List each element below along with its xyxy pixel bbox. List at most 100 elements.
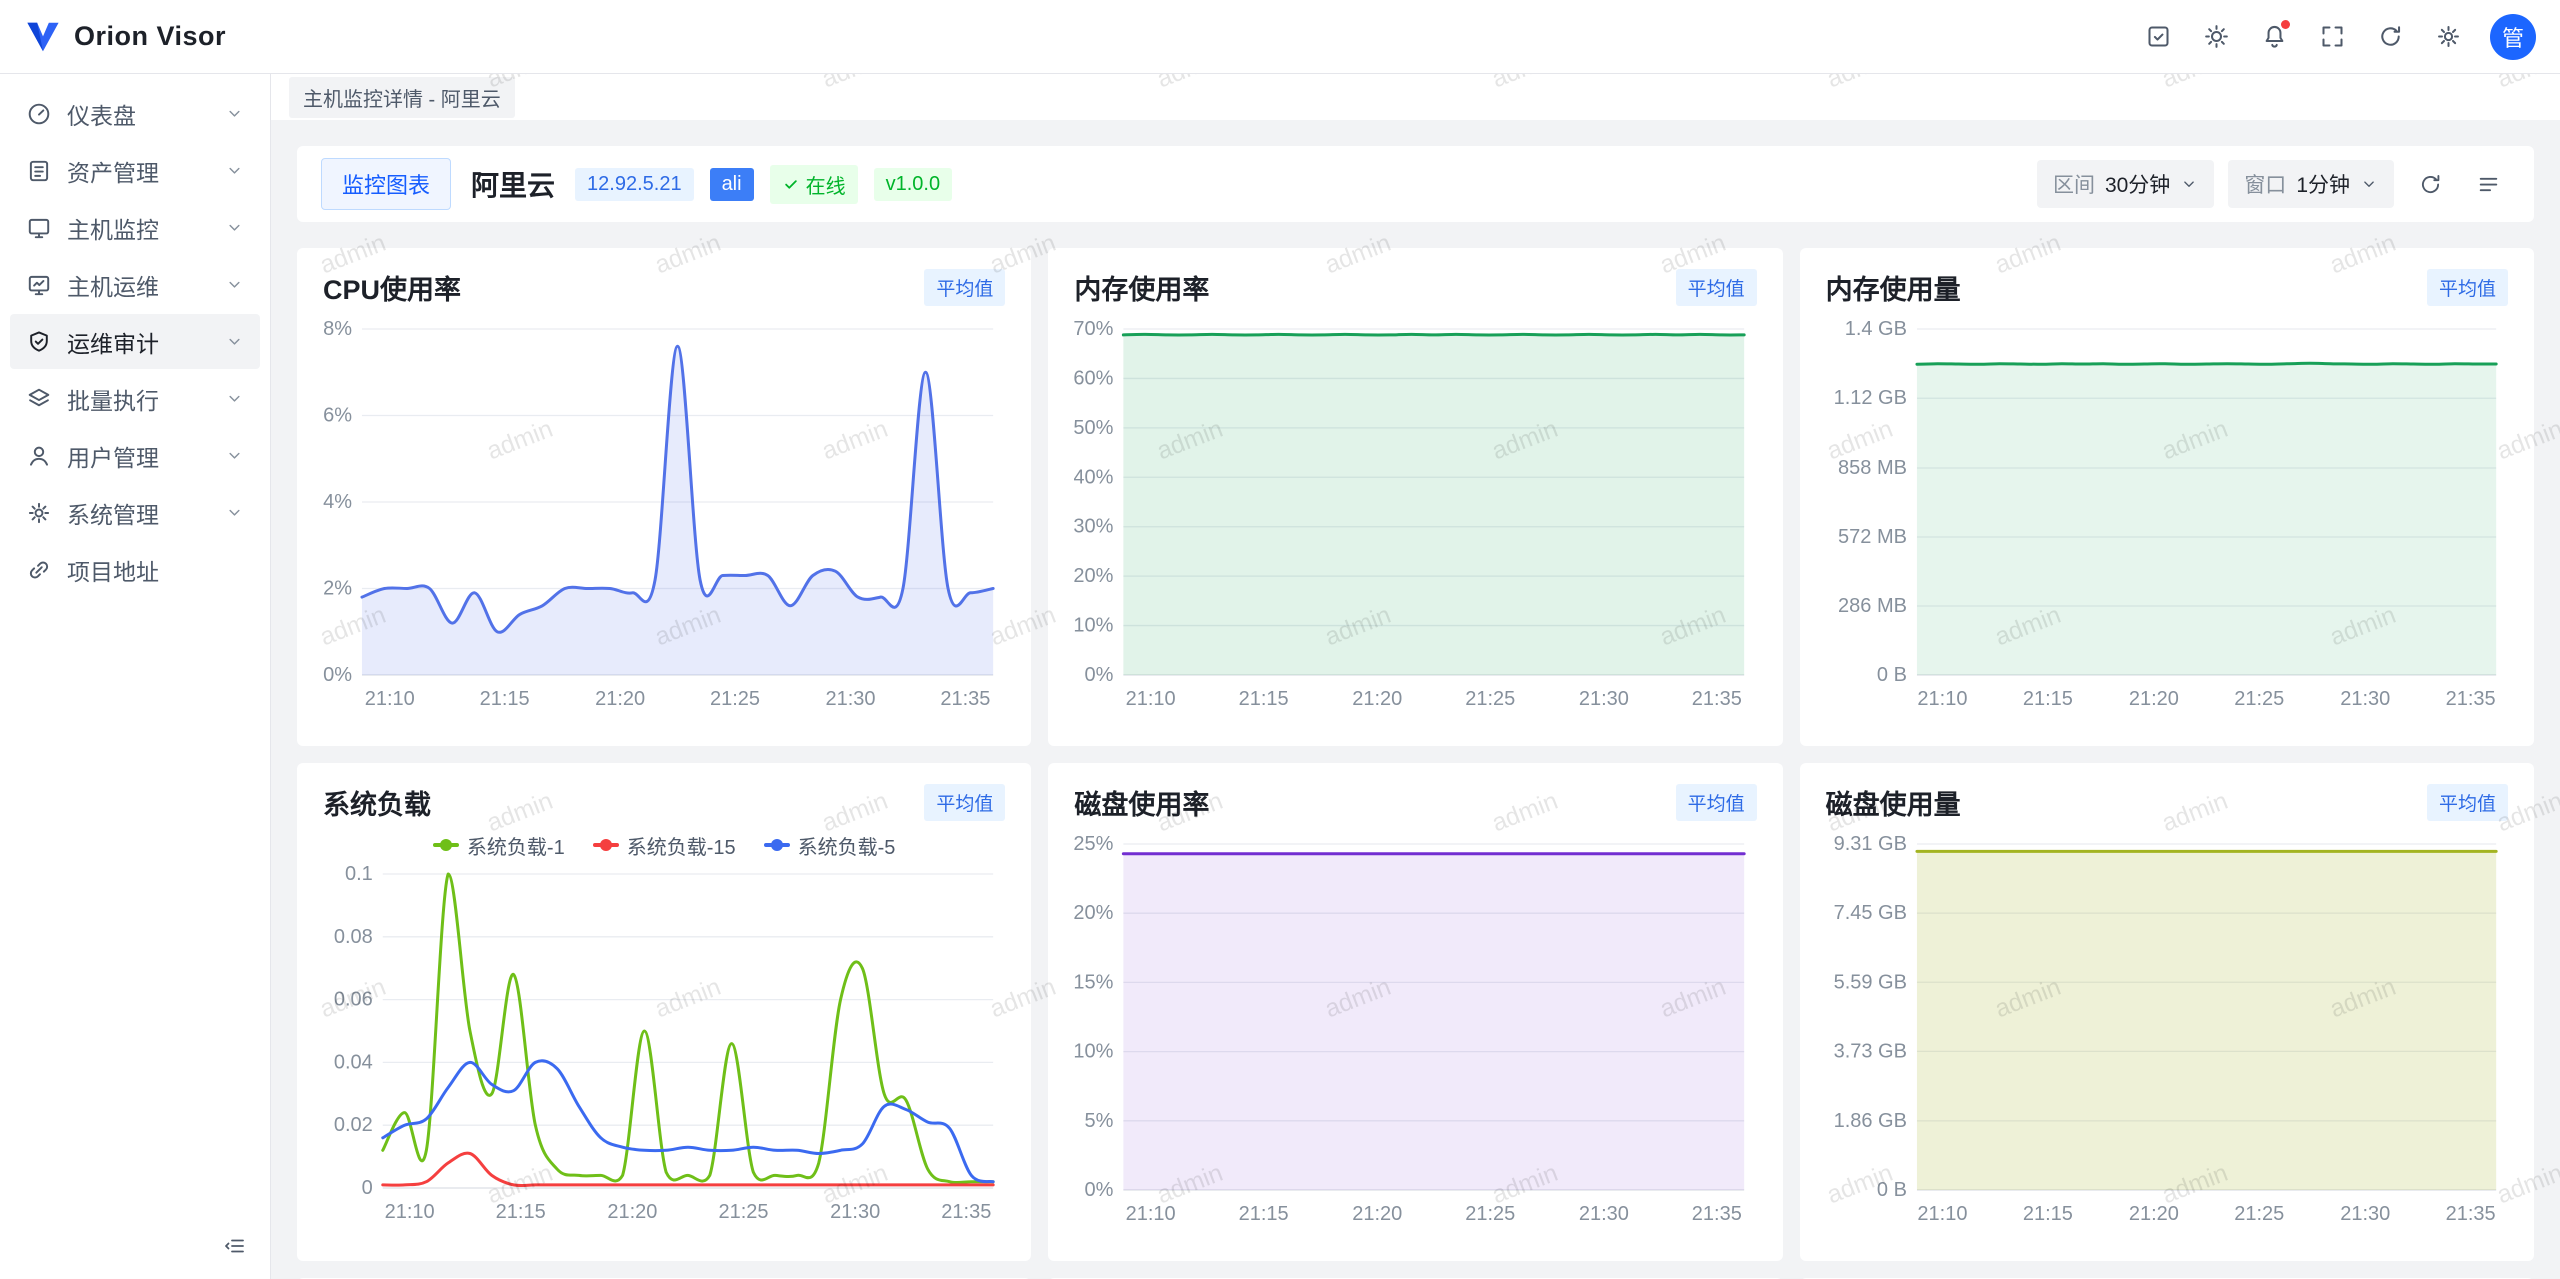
chevron-down-icon: [225, 218, 244, 237]
window-select[interactable]: 窗口 1分钟: [2228, 160, 2394, 208]
chevron-down-icon: [2360, 175, 2378, 193]
svg-text:21:30: 21:30: [1579, 1203, 1629, 1225]
sidebar-item-ops-audit[interactable]: 运维审计: [10, 314, 260, 369]
svg-text:7.45 GB: 7.45 GB: [1833, 902, 1906, 924]
system-load-chart[interactable]: 00.020.040.060.080.121:1021:1521:2021:25…: [323, 860, 1005, 1230]
notifications-button[interactable]: [2250, 13, 2298, 61]
svg-text:70%: 70%: [1074, 318, 1114, 340]
reload-button[interactable]: [2366, 13, 2414, 61]
chevron-down-icon: [225, 104, 244, 123]
chevron-down-icon: [225, 161, 244, 180]
user-avatar[interactable]: 管: [2490, 14, 2536, 60]
disk-usage-percent-chart[interactable]: 0%5%10%15%20%25%21:1021:1521:2021:2521:3…: [1074, 830, 1756, 1232]
todo-panel-button[interactable]: [2134, 13, 2182, 61]
svg-text:21:35: 21:35: [1692, 1203, 1742, 1225]
svg-text:21:15: 21:15: [1239, 688, 1289, 710]
refresh-icon: [2418, 172, 2443, 197]
chart-list-button[interactable]: [2466, 162, 2510, 206]
svg-text:21:35: 21:35: [941, 1201, 991, 1223]
svg-text:1.12 GB: 1.12 GB: [1833, 387, 1906, 409]
memory-usage-percent-chart[interactable]: 0%10%20%30%40%50%60%70%21:1021:1521:2021…: [1074, 315, 1756, 717]
list-menu-icon: [2476, 172, 2501, 197]
svg-text:0.08: 0.08: [334, 926, 373, 948]
sidebar-item-host-monitor[interactable]: 主机监控: [10, 200, 260, 255]
svg-text:6%: 6%: [323, 405, 352, 427]
svg-text:0.02: 0.02: [334, 1114, 373, 1136]
chart-card-disk-percent: 磁盘使用率 平均值 0%5%10%15%20%25%21:1021:1521:2…: [1048, 763, 1782, 1261]
svg-text:15%: 15%: [1074, 971, 1114, 993]
svg-text:0%: 0%: [323, 664, 352, 686]
svg-text:21:15: 21:15: [496, 1201, 546, 1223]
app-logo[interactable]: Orion Visor: [24, 19, 226, 55]
monitor-chart-icon: [26, 272, 52, 298]
sidebar-item-assets[interactable]: 资产管理: [10, 143, 260, 198]
svg-text:21:30: 21:30: [1579, 688, 1629, 710]
toolbar-controls: 区间 30分钟 窗口 1分钟: [2037, 160, 2510, 208]
disk-usage-amount-chart[interactable]: 0 B1.86 GB3.73 GB5.59 GB7.45 GB9.31 GB21…: [1826, 830, 2508, 1232]
cpu-usage-chart[interactable]: 0%2%4%6%8%21:1021:1521:2021:2521:3021:35: [323, 315, 1005, 717]
wrench-gear-icon: [26, 500, 52, 526]
legend-item-load-15[interactable]: 系统负载-15: [593, 831, 736, 860]
theme-toggle-button[interactable]: [2192, 13, 2240, 61]
breadcrumb-tag[interactable]: 主机监控详情 - 阿里云: [289, 77, 515, 118]
svg-text:30%: 30%: [1074, 516, 1114, 538]
fullscreen-button[interactable]: [2308, 13, 2356, 61]
legend-label: 系统负载-15: [627, 831, 736, 860]
gear-icon: [2435, 23, 2462, 50]
range-select[interactable]: 区间 30分钟: [2037, 160, 2214, 208]
svg-text:21:25: 21:25: [1466, 688, 1516, 710]
avg-badge: 平均值: [1676, 269, 1757, 306]
chart-grid-row-1: CPU使用率 平均值 0%2%4%6%8%21:1021:1521:2021:2…: [297, 248, 2534, 746]
chart-card-cpu-usage: CPU使用率 平均值 0%2%4%6%8%21:1021:1521:2021:2…: [297, 248, 1031, 746]
sidebar-item-batch-exec[interactable]: 批量执行: [10, 371, 260, 426]
sidebar-item-dashboard[interactable]: 仪表盘: [10, 86, 260, 141]
collapse-menu-icon: [223, 1234, 247, 1258]
avg-badge: 平均值: [1676, 784, 1757, 821]
sun-icon: [2203, 23, 2230, 50]
chart-card-disk-amount: 磁盘使用量 平均值 0 B1.86 GB3.73 GB5.59 GB7.45 G…: [1800, 763, 2534, 1261]
window-select-label: 窗口: [2244, 169, 2286, 199]
svg-text:21:15: 21:15: [1239, 1203, 1289, 1225]
sidebar-item-label: 仪表盘: [67, 97, 136, 131]
svg-text:21:10: 21:10: [1917, 688, 1967, 710]
chart-card-memory-amount: 内存使用量 平均值 0 B286 MB572 MB858 MB1.12 GB1.…: [1800, 248, 2534, 746]
svg-text:8%: 8%: [323, 318, 352, 340]
sidebar-item-label: 主机监控: [67, 211, 159, 245]
chart-card-system-load: 系统负载 平均值 系统负载-1 系统负载-15: [297, 763, 1031, 1261]
sidebar-item-system-mgmt[interactable]: 系统管理: [10, 485, 260, 540]
svg-text:2%: 2%: [323, 578, 352, 600]
refresh-charts-button[interactable]: [2408, 162, 2452, 206]
svg-text:21:20: 21:20: [607, 1201, 657, 1223]
legend-label: 系统负载-1: [467, 831, 565, 860]
sidebar-item-project-link[interactable]: 项目地址: [10, 542, 260, 597]
chart-title: 系统负载: [323, 783, 431, 822]
monitor-chart-tab-button[interactable]: 监控图表: [321, 158, 451, 210]
sidebar-item-host-ops[interactable]: 主机运维: [10, 257, 260, 312]
svg-text:40%: 40%: [1074, 466, 1114, 488]
sidebar-item-label: 主机运维: [67, 268, 159, 302]
refresh-icon: [2377, 23, 2404, 50]
svg-text:21:20: 21:20: [1353, 688, 1403, 710]
sidebar-collapse-button[interactable]: [214, 1225, 256, 1267]
legend-item-load-1[interactable]: 系统负载-1: [433, 831, 565, 860]
range-select-label: 区间: [2053, 169, 2095, 199]
memory-usage-amount-chart[interactable]: 0 B286 MB572 MB858 MB1.12 GB1.4 GB21:102…: [1826, 315, 2508, 717]
legend-item-load-5[interactable]: 系统负载-5: [764, 831, 896, 860]
svg-text:1.4 GB: 1.4 GB: [1844, 318, 1906, 340]
notification-dot: [2281, 20, 2290, 29]
host-code-tag: ali: [710, 168, 754, 201]
layers-icon: [26, 386, 52, 412]
legend-marker: [433, 843, 459, 847]
svg-text:858 MB: 858 MB: [1838, 457, 1907, 479]
chart-title: CPU使用率: [323, 268, 461, 307]
check-icon: [782, 175, 800, 193]
svg-text:20%: 20%: [1074, 565, 1114, 587]
app-title: Orion Visor: [74, 21, 226, 52]
settings-button[interactable]: [2424, 13, 2472, 61]
host-name: 阿里云: [471, 164, 555, 204]
window-select-value: 1分钟: [2296, 169, 2350, 199]
host-online-tag: 在线: [770, 165, 858, 204]
page-scroll-area: 监控图表 阿里云 12.92.5.21 ali 在线 v1.0.0 区间 30分…: [271, 120, 2560, 1279]
sidebar-item-label: 系统管理: [67, 496, 159, 530]
sidebar-item-user-mgmt[interactable]: 用户管理: [10, 428, 260, 483]
